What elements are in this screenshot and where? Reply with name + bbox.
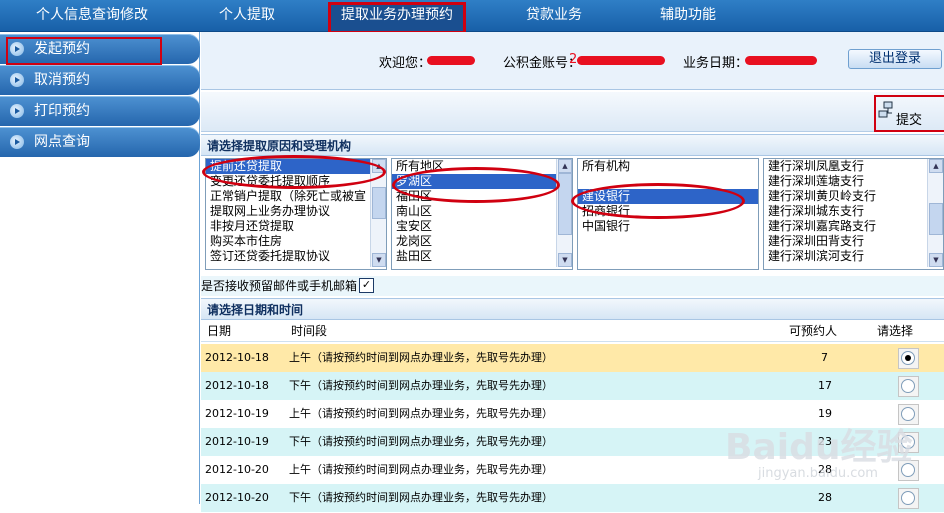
table-row[interactable]: 2012-10-18 下午（请按预约时间到网点办理业务，先取号先办理） 17 [201,372,944,401]
scroll-up-icon[interactable]: ▲ [929,159,943,173]
arrow-bullet-icon [10,73,24,87]
list-item[interactable]: 所有机构 [578,159,758,174]
list-item[interactable]: 购买本市住房 [206,234,386,249]
row-date: 2012-10-18 [205,351,269,364]
list-item[interactable]: 建行深圳城东支行 [764,204,943,219]
list-item[interactable]: 建行深圳凤凰支行 [764,159,943,174]
top-nav: 个人信息查询修改 个人提取 提取业务办理预约 贷款业务 辅助功能 [0,0,944,34]
row-date: 2012-10-19 [205,435,269,448]
column-header-select: 请选择 [877,324,914,338]
redacted-date [745,56,817,65]
list-item[interactable]: 建行深圳嘉宾路支行 [764,219,943,234]
logout-button[interactable]: 退出登录 [848,49,942,69]
sidebar-item-branch-query[interactable]: 网点查询 [0,127,200,157]
scroll-thumb[interactable] [558,173,572,235]
row-available: 7 [821,351,828,364]
row-date: 2012-10-20 [205,463,269,476]
watermark-url: jingyan.baidu.com [758,466,878,481]
arrow-bullet-icon [10,135,24,149]
sidebar-item-print-appointment[interactable]: 打印预约 [0,96,200,126]
mail-option-checkbox[interactable]: ✓ [359,278,374,293]
row-period: 上午（请按预约时间到网点办理业务，先取号先办理） [289,407,553,420]
list-item[interactable]: 建行深圳莲塘支行 [764,174,943,189]
submit-button[interactable]: 提交 [874,95,944,132]
mail-option-label: 是否接收预留邮件或手机邮箱 [201,279,358,293]
row-date: 2012-10-19 [205,407,269,420]
scroll-up-icon[interactable]: ▲ [558,159,572,173]
column-header-period: 时间段 [291,324,328,338]
list-item[interactable]: 宝安区 [392,219,572,234]
sidebar-item-label: 打印预约 [34,103,90,119]
list-item[interactable]: 建行深圳滨河支行 [764,249,943,264]
date-section-title: 请选择日期和时间 [201,298,944,320]
row-available: 17 [818,379,832,392]
row-select-radio[interactable] [901,491,915,505]
arrow-bullet-icon [10,104,24,118]
branch-listbox[interactable]: 建行深圳凤凰支行 建行深圳莲塘支行 建行深圳黄贝岭支行 建行深圳城东支行 建行深… [763,158,944,270]
scroll-thumb[interactable] [929,203,943,235]
business-date-label: 业务日期： [683,56,749,71]
annotation-oval [202,155,386,189]
row-period: 上午（请按预约时间到网点办理业务，先取号先办理） [289,351,553,364]
table-row[interactable]: 2012-10-20 下午（请按预约时间到网点办理业务，先取号先办理） 28 [201,484,944,513]
nav-loan-business[interactable]: 贷款业务 [526,0,582,32]
annotation-oval [571,183,745,219]
row-available: 28 [818,491,832,504]
sidebar: 发起预约 取消预约 打印预约 网点查询 [0,32,200,504]
baidu-watermark: Baidu经验 [725,427,913,468]
redacted-name [427,56,475,65]
nav-withdraw-appointment[interactable]: 提取业务办理预约 [328,2,466,34]
welcome-label: 欢迎您： [379,56,432,71]
annotation-highlight [6,37,162,65]
table-row[interactable]: 2012-10-18 上午（请按预约时间到网点办理业务，先取号先办理） 7 [201,344,944,373]
row-select-radio[interactable] [901,379,915,393]
submit-label: 提交 [896,113,923,128]
scroll-down-icon[interactable]: ▼ [372,253,386,267]
row-date: 2012-10-20 [205,491,269,504]
mail-option-row: 是否接收预留邮件或手机邮箱 ✓ [201,276,944,296]
toolbar: 提交 [201,92,944,132]
row-period: 下午（请按预约时间到网点办理业务，先取号先办理） [289,435,553,448]
list-item[interactable]: 提取网上业务办理协议 [206,204,386,219]
scroll-down-icon[interactable]: ▼ [929,253,943,267]
list-item[interactable]: 盐田区 [392,249,572,264]
nav-auxiliary[interactable]: 辅助功能 [660,0,716,32]
list-item[interactable]: 非按月还贷提取 [206,219,386,234]
scroll-thumb[interactable] [372,187,386,219]
list-item[interactable]: 建行深圳黄贝岭支行 [764,189,943,204]
annotation-oval [392,167,560,203]
row-date: 2012-10-18 [205,379,269,392]
row-period: 下午（请按预约时间到网点办理业务，先取号先办理） [289,491,553,504]
list-item[interactable]: 正常销户提取（除死亡或被宣 [206,189,386,204]
list-item[interactable]: 建行深圳田背支行 [764,234,943,249]
row-period: 下午（请按预约时间到网点办理业务，先取号先办理） [289,379,553,392]
column-header-date: 日期 [207,324,232,338]
user-header: 欢迎您： 公积金账号： 2 业务日期： 退出登录 [201,32,944,90]
scrollbar[interactable]: ▲ ▼ [556,159,572,267]
scroll-down-icon[interactable]: ▼ [558,253,572,267]
row-period: 上午（请按预约时间到网点办理业务，先取号先办理） [289,463,553,476]
table-header: 日期 时间段 可预约人 请选择 [201,320,944,342]
sidebar-item-label: 取消预约 [34,72,90,88]
scrollbar[interactable]: ▲ ▼ [927,159,943,267]
reason-section-title: 请选择提取原因和受理机构 [201,134,944,156]
redacted-account [577,56,665,65]
sidebar-item-cancel-appointment[interactable]: 取消预约 [0,65,200,95]
list-item[interactable]: 签订还贷委托提取协议 [206,249,386,264]
list-item[interactable]: 龙岗区 [392,234,572,249]
network-computer-icon [878,101,893,118]
nav-personal-info[interactable]: 个人信息查询修改 [36,0,148,32]
list-item[interactable]: 中国银行 [578,219,758,234]
nav-personal-withdraw[interactable]: 个人提取 [219,0,275,32]
row-select-radio[interactable] [901,351,915,365]
list-item[interactable]: 南山区 [392,204,572,219]
column-header-available: 可预约人 [789,324,838,338]
sidebar-item-label: 网点查询 [34,134,90,150]
